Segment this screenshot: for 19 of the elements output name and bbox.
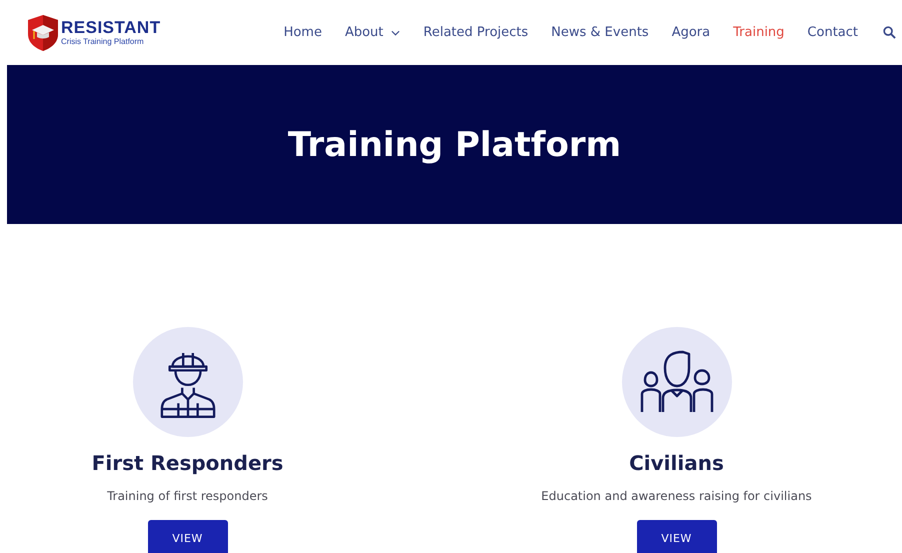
nav-link[interactable]: Related Projects: [423, 25, 528, 40]
chevron-down-icon: [391, 30, 400, 36]
view-button[interactable]: VIEW: [636, 520, 716, 553]
logo-name: RESISTANT: [61, 18, 161, 36]
nav-link[interactable]: Training: [733, 25, 784, 40]
logo-tagline: Crisis Training Platform: [61, 36, 145, 46]
nav-link[interactable]: About: [344, 25, 400, 40]
search-icon[interactable]: [883, 26, 896, 39]
nav-link[interactable]: Agora: [672, 25, 710, 40]
card-title: Civilians: [629, 451, 724, 475]
shield-logo-icon: [27, 14, 59, 52]
banner-title: Training Platform: [288, 124, 622, 164]
nav-link[interactable]: Home: [284, 25, 322, 40]
card-title: First Responders: [92, 451, 284, 475]
view-button[interactable]: VIEW: [148, 520, 228, 553]
nav-link[interactable]: Contact: [807, 25, 858, 40]
nav-link[interactable]: News & Events: [551, 25, 649, 40]
card-description: Training of first responders: [107, 489, 268, 503]
card-description: Education and awareness raising for civilians: [541, 489, 812, 503]
